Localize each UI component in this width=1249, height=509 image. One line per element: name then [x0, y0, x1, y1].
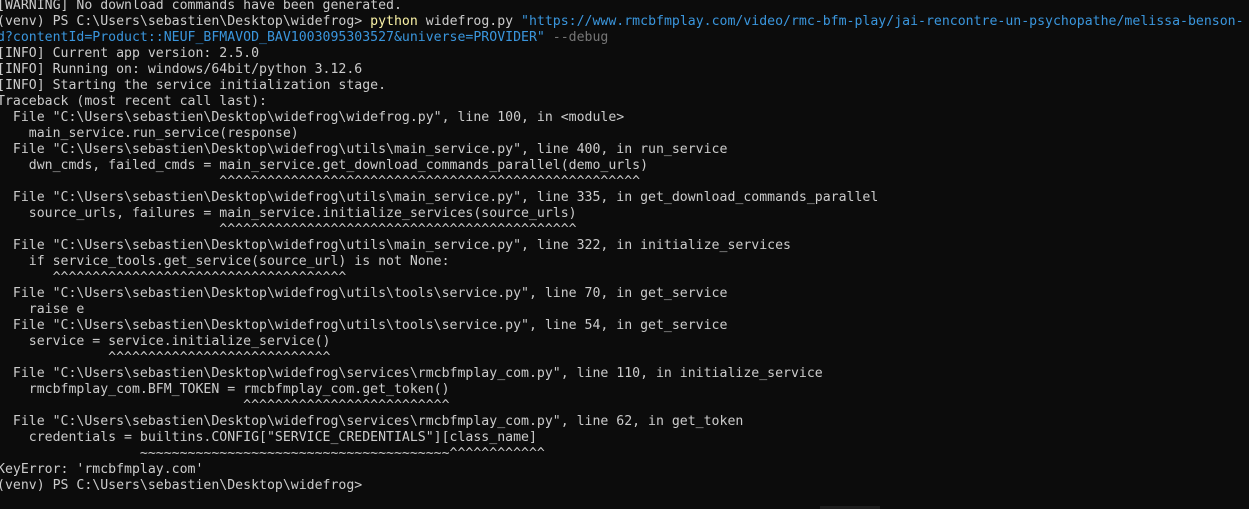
prompt-line: (venv) PS C:\Users\sebastien\Desktop\wid…: [0, 478, 1249, 494]
line-text: ~~~~~~~~~~~~~~~~~~~~~~~~~~~~~~~~~~~~~~~^…: [0, 446, 545, 461]
line-text: File "C:\Users\sebastien\Desktop\widefro…: [0, 110, 625, 125]
output-line: [INFO] Starting the service initializati…: [0, 78, 1249, 94]
line-text: service = service.initialize_service(): [0, 334, 331, 349]
line-text: main_service.run_service(response): [0, 126, 299, 141]
line-text: (venv) PS C:\Users\sebastien\Desktop\wid…: [0, 478, 371, 493]
line-text: raise e: [0, 302, 85, 317]
output-line: service = service.initialize_service(): [0, 334, 1249, 350]
line-text: [INFO] Starting the service initializati…: [0, 78, 387, 93]
output-line: ^^^^^^^^^^^^^^^^^^^^^^^^^^^^^^^^^^^^^^^^…: [0, 222, 1249, 238]
output-line: d?contentId=Product::NEUF_BFMAVOD_BAV100…: [0, 30, 1249, 46]
terminal-output[interactable]: [WARNING] No download commands have been…: [0, 0, 1249, 494]
output-line: [INFO] Running on: windows/64bit/python …: [0, 62, 1249, 78]
output-line: File "C:\Users\sebastien\Desktop\widefro…: [0, 366, 1249, 382]
line-text: ^^^^^^^^^^^^^^^^^^^^^^^^^^: [0, 398, 450, 413]
line-text: ^^^^^^^^^^^^^^^^^^^^^^^^^^^^^^^^^^^^^: [0, 270, 347, 285]
output-line: ^^^^^^^^^^^^^^^^^^^^^^^^^^^^^^^^^^^^^^^^…: [0, 174, 1249, 190]
line-text: dwn_cmds, failed_cmds = main_service.get…: [0, 158, 649, 173]
output-line: ~~~~~~~~~~~~~~~~~~~~~~~~~~~~~~~~~~~~~~~^…: [0, 446, 1249, 462]
output-line: raise e: [0, 302, 1249, 318]
line-text: source_urls, failures = main_service.ini…: [0, 206, 577, 221]
line-text: File "C:\Users\sebastien\Desktop\widefro…: [0, 286, 728, 301]
output-line: File "C:\Users\sebastien\Desktop\widefro…: [0, 414, 1249, 430]
line-text: File "C:\Users\sebastien\Desktop\widefro…: [0, 366, 823, 381]
line-text: ^^^^^^^^^^^^^^^^^^^^^^^^^^^^^^^^^^^^^^^^…: [0, 222, 577, 237]
output-line: File "C:\Users\sebastien\Desktop\widefro…: [0, 190, 1249, 206]
output-line: dwn_cmds, failed_cmds = main_service.get…: [0, 158, 1249, 174]
output-line: ^^^^^^^^^^^^^^^^^^^^^^^^^^: [0, 398, 1249, 414]
line-text: if service_tools.get_service(source_url)…: [0, 254, 450, 269]
line-text: File "C:\Users\sebastien\Desktop\widefro…: [0, 414, 744, 429]
output-line: File "C:\Users\sebastien\Desktop\widefro…: [0, 110, 1249, 126]
output-line: Traceback (most recent call last):: [0, 94, 1249, 110]
line-text: File "C:\Users\sebastien\Desktop\widefro…: [0, 142, 728, 157]
output-line: (venv) PS C:\Users\sebastien\Desktop\wid…: [0, 14, 1249, 30]
line-text: credentials = builtins.CONFIG["SERVICE_C…: [0, 430, 537, 445]
prompt-text: (venv) PS C:\Users\sebastien\Desktop\wid…: [0, 14, 371, 29]
line-text: File "C:\Users\sebastien\Desktop\widefro…: [0, 318, 728, 333]
string-argument: d?contentId=Product::NEUF_BFMAVOD_BAV100…: [0, 30, 545, 45]
output-line: KeyError: 'rmcbfmplay.com': [0, 462, 1249, 478]
line-text: [INFO] Current app version: 2.5.0: [0, 46, 260, 61]
terminal-window[interactable]: [WARNING] No download commands have been…: [0, 0, 1249, 509]
line-text: File "C:\Users\sebastien\Desktop\widefro…: [0, 190, 879, 205]
output-line: ^^^^^^^^^^^^^^^^^^^^^^^^^^^^^^^^^^^^^: [0, 270, 1249, 286]
line-text: File "C:\Users\sebastien\Desktop\widefro…: [0, 238, 791, 253]
line-text: Traceback (most recent call last):: [0, 94, 267, 109]
output-line: File "C:\Users\sebastien\Desktop\widefro…: [0, 142, 1249, 158]
output-line: [INFO] Current app version: 2.5.0: [0, 46, 1249, 62]
line-text: [WARNING] No download commands have been…: [0, 0, 402, 13]
argument-text: widefrog.py: [417, 14, 522, 29]
output-line: File "C:\Users\sebastien\Desktop\widefro…: [0, 318, 1249, 334]
line-text: [INFO] Running on: windows/64bit/python …: [0, 62, 363, 77]
output-line: credentials = builtins.CONFIG["SERVICE_C…: [0, 430, 1249, 446]
output-line: File "C:\Users\sebastien\Desktop\widefro…: [0, 238, 1249, 254]
output-line: File "C:\Users\sebastien\Desktop\widefro…: [0, 286, 1249, 302]
string-argument: "https://www.rmcbfmplay.com/video/rmc-bf…: [521, 14, 1244, 29]
line-text: rmcbfmplay_com.BFM_TOKEN = rmcbfmplay_co…: [0, 382, 450, 397]
output-line: main_service.run_service(response): [0, 126, 1249, 142]
output-line: source_urls, failures = main_service.ini…: [0, 206, 1249, 222]
line-text: ^^^^^^^^^^^^^^^^^^^^^^^^^^^^^^^^^^^^^^^^…: [0, 174, 641, 189]
parameter-text: --debug: [544, 30, 609, 45]
output-line: if service_tools.get_service(source_url)…: [0, 254, 1249, 270]
output-line: ^^^^^^^^^^^^^^^^^^^^^^^^^^^^: [0, 350, 1249, 366]
output-line: [WARNING] No download commands have been…: [0, 0, 1249, 14]
command-text: python: [370, 14, 418, 29]
output-line: rmcbfmplay_com.BFM_TOKEN = rmcbfmplay_co…: [0, 382, 1249, 398]
line-text: ^^^^^^^^^^^^^^^^^^^^^^^^^^^^: [0, 350, 331, 365]
line-text: KeyError: 'rmcbfmplay.com': [0, 462, 204, 477]
